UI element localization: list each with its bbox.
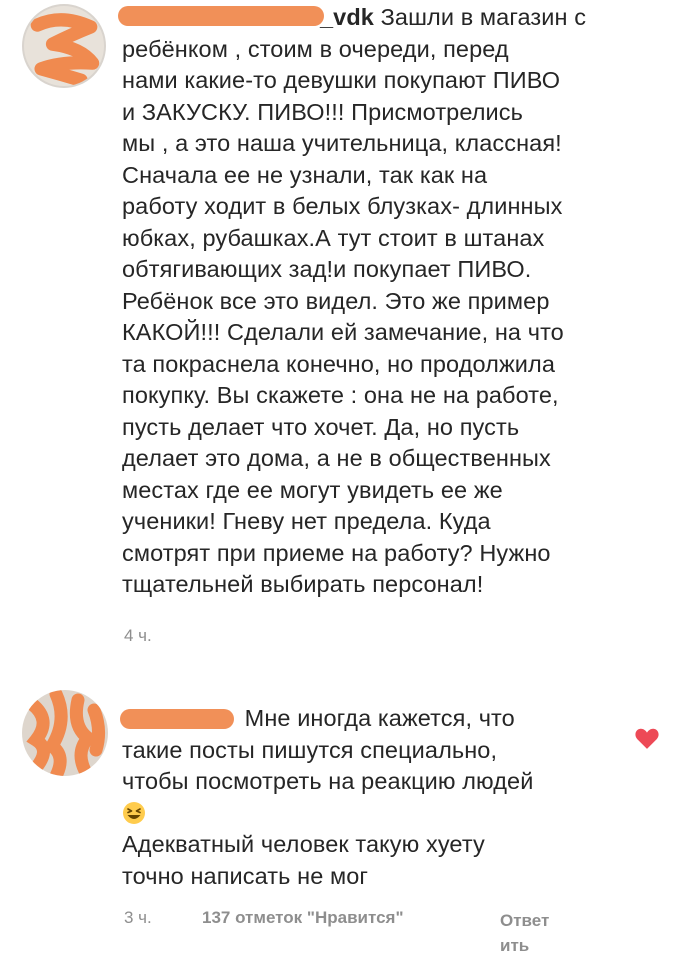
username[interactable]	[120, 703, 238, 735]
timestamp: 4 ч.	[124, 626, 152, 645]
comment-text: _vdk Зашли в магазин с ребёнком , стоим …	[118, 2, 682, 601]
avatar[interactable]	[22, 690, 108, 776]
username[interactable]: _vdk	[118, 2, 374, 34]
username-redaction	[118, 6, 324, 26]
timestamp: 3 ч.	[124, 908, 152, 927]
heart-icon[interactable]	[634, 726, 660, 750]
avatar-redaction	[30, 13, 100, 86]
reply-body-2: Адекватный человек такую хуету точно нап…	[122, 831, 485, 889]
reply-text: Мне иногда кажется, что такие посты пишу…	[120, 703, 622, 892]
comment-body: Зашли в магазин с ребёнком , стоим в оче…	[122, 4, 587, 597]
reply-button[interactable]: Ответ ить	[500, 908, 570, 958]
laughing-face-emoji	[123, 801, 145, 824]
comment-1: _vdk Зашли в магазин с ребёнком , стоим …	[0, 0, 700, 672]
avatar-redaction	[25, 690, 106, 776]
avatar[interactable]	[22, 4, 106, 88]
username-redaction	[120, 709, 234, 729]
likes-count[interactable]: 137 отметок "Нравится"	[202, 908, 404, 928]
